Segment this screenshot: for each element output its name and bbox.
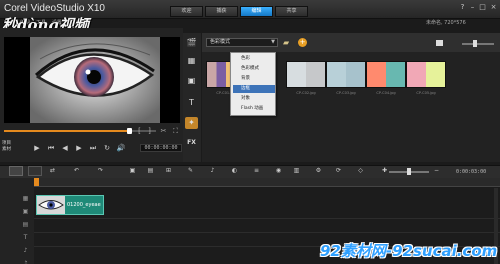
- scrub-progress: [4, 130, 129, 132]
- timeline-tool-icon[interactable]: ◇: [356, 167, 365, 175]
- add-icon[interactable]: +: [298, 38, 307, 47]
- play-icon[interactable]: ▶: [32, 144, 42, 153]
- scrub-bar[interactable]: [4, 128, 156, 134]
- timeline-tool-icon[interactable]: ◉: [274, 167, 283, 175]
- clip-name: 01200_eyeae: [67, 202, 101, 208]
- maximize-icon[interactable]: □: [478, 3, 487, 11]
- timeline-tool-icon[interactable]: ▥: [292, 167, 301, 175]
- track-type-icon[interactable]: ▣: [21, 207, 30, 216]
- mark-out-button[interactable]: ]: [146, 128, 153, 135]
- tab-step-1[interactable]: 捕获: [205, 6, 238, 17]
- transition-icon[interactable]: ▣: [185, 75, 198, 87]
- thumbnail-label: CP-C03.jpg: [336, 91, 356, 95]
- library-category-dropdown[interactable]: 色彩模式 ▼: [206, 38, 278, 47]
- track-headers: ▦ ▣ ▤ T ♪ ♫: [0, 178, 34, 264]
- track-type-icon[interactable]: ▤: [21, 220, 30, 229]
- timeline-tool-icon[interactable]: ▤: [146, 167, 155, 175]
- timeline-tool-icon[interactable]: ▣: [128, 167, 137, 175]
- timeline-view-button[interactable]: [28, 166, 42, 176]
- tab-step-0[interactable]: 欢迎: [170, 6, 203, 17]
- context-menu-item[interactable]: 边框: [233, 85, 275, 93]
- thumbnail-label: CP-C04.jpg: [376, 91, 396, 95]
- next-frame-icon[interactable]: ▶: [74, 144, 84, 153]
- view-mode-icon[interactable]: [436, 40, 443, 46]
- home-icon[interactable]: ⏮: [46, 144, 56, 153]
- library-thumbnail[interactable]: [366, 61, 406, 88]
- timeline-tool-icon[interactable]: ✚: [380, 167, 389, 175]
- tab-step-3[interactable]: 共享: [275, 6, 308, 17]
- track-type-icon[interactable]: ▦: [21, 194, 30, 203]
- repeat-icon[interactable]: ↻: [102, 144, 112, 153]
- timeline-zoom-handle[interactable]: [407, 168, 411, 175]
- track-divider: [34, 232, 500, 233]
- timeline-tool-icon[interactable]: ♪: [208, 167, 217, 175]
- close-icon[interactable]: ×: [489, 3, 498, 11]
- timeline-tool-icon[interactable]: ≡: [252, 167, 261, 175]
- volume-icon[interactable]: 🔊: [116, 144, 126, 153]
- timeline-tool-icon[interactable]: ✎: [186, 167, 195, 175]
- preview-window[interactable]: [4, 37, 180, 123]
- timeline-tool-icon[interactable]: ⊞: [164, 167, 173, 175]
- mark-in-button[interactable]: [: [136, 128, 143, 135]
- project-info: 未命名, 720*576: [426, 20, 466, 26]
- step-tabs: 欢迎 捕获 编辑 共享: [170, 6, 308, 17]
- help-icon[interactable]: ?: [458, 3, 467, 11]
- context-menu: 色彩色彩模式背景边框对象 Flash 动画: [230, 52, 276, 116]
- context-menu-item[interactable]: Flash 动画: [233, 105, 275, 113]
- split-clip-icon[interactable]: ✂: [160, 128, 167, 135]
- timeline-tool-icon[interactable]: ◐: [230, 167, 239, 175]
- transport-controls: ▶ ⏮ ◀ ▶ ⏭ ↻ 🔊: [32, 144, 126, 153]
- play-mode: 项目 素材: [2, 141, 11, 153]
- site-watermark: 92素材网-92sucai.com: [320, 242, 498, 260]
- scrub-handle[interactable]: [126, 128, 132, 134]
- playhead[interactable]: [34, 178, 39, 186]
- timeline-tool-icon[interactable]: ⇄: [48, 167, 57, 175]
- clip-thumbnail: [37, 196, 65, 214]
- dropdown-value: 色彩模式: [210, 39, 231, 45]
- timeline-tool-icon[interactable]: −: [432, 167, 441, 175]
- folder-icon[interactable]: ▰: [283, 38, 293, 47]
- chevron-down-icon: ▼: [271, 39, 275, 45]
- context-menu-item[interactable]: 对象: [233, 95, 275, 103]
- storyboard-view-button[interactable]: [9, 166, 23, 176]
- track-type-icon[interactable]: T: [21, 233, 30, 242]
- track-divider: [34, 218, 500, 219]
- track-type-icon[interactable]: ♪: [21, 246, 30, 255]
- timecode-display[interactable]: 00:00:00:00: [140, 144, 182, 152]
- mode-clip[interactable]: 素材: [2, 147, 11, 153]
- context-menu-item[interactable]: 色彩: [233, 55, 275, 63]
- track-type-icon[interactable]: ♫: [21, 259, 30, 264]
- timeline-tool-icon[interactable]: ↷: [96, 167, 105, 175]
- project-duration: 0:00:03:00: [456, 169, 487, 175]
- eye-image: [30, 37, 160, 123]
- timeline-ruler[interactable]: [34, 178, 500, 187]
- timeline-tool-icon[interactable]: ⟳: [334, 167, 343, 175]
- thumbnail-label: CP-C05.jpg: [416, 91, 436, 95]
- timeline-tool-icon[interactable]: ⚙: [314, 167, 323, 175]
- app-title: Corel VideoStudio X10: [4, 3, 105, 14]
- graphic-icon[interactable]: ✦: [185, 117, 198, 129]
- previous-frame-icon[interactable]: ◀: [60, 144, 70, 153]
- filter-icon[interactable]: FX: [185, 137, 198, 149]
- library-thumbnail[interactable]: [286, 61, 326, 88]
- library-thumbnail[interactable]: [406, 61, 446, 88]
- title-icon[interactable]: T: [185, 97, 198, 109]
- context-menu-item[interactable]: 背景: [233, 75, 275, 83]
- minimize-icon[interactable]: –: [468, 3, 477, 11]
- eye-thumbnail: [37, 196, 65, 214]
- media-icon[interactable]: 🎬: [185, 37, 198, 49]
- thumbnail-label: CP-C02.jpg: [296, 91, 316, 95]
- thumbnail-size-handle[interactable]: [473, 40, 477, 47]
- instant-project-icon[interactable]: ▦: [185, 55, 198, 67]
- library-tool-strip: 🎬 ▦ ▣ T ✦ FX: [183, 33, 201, 162]
- timeline-tool-icon[interactable]: ↶: [72, 167, 81, 175]
- library-thumbnail[interactable]: [326, 61, 366, 88]
- tab-step-2[interactable]: 编辑: [240, 6, 273, 17]
- end-icon[interactable]: ⏭: [88, 144, 98, 153]
- thumbnail-size-slider[interactable]: [462, 43, 494, 45]
- context-menu-item[interactable]: 色彩模式: [233, 65, 275, 73]
- fullscreen-icon[interactable]: ⛶: [172, 128, 179, 135]
